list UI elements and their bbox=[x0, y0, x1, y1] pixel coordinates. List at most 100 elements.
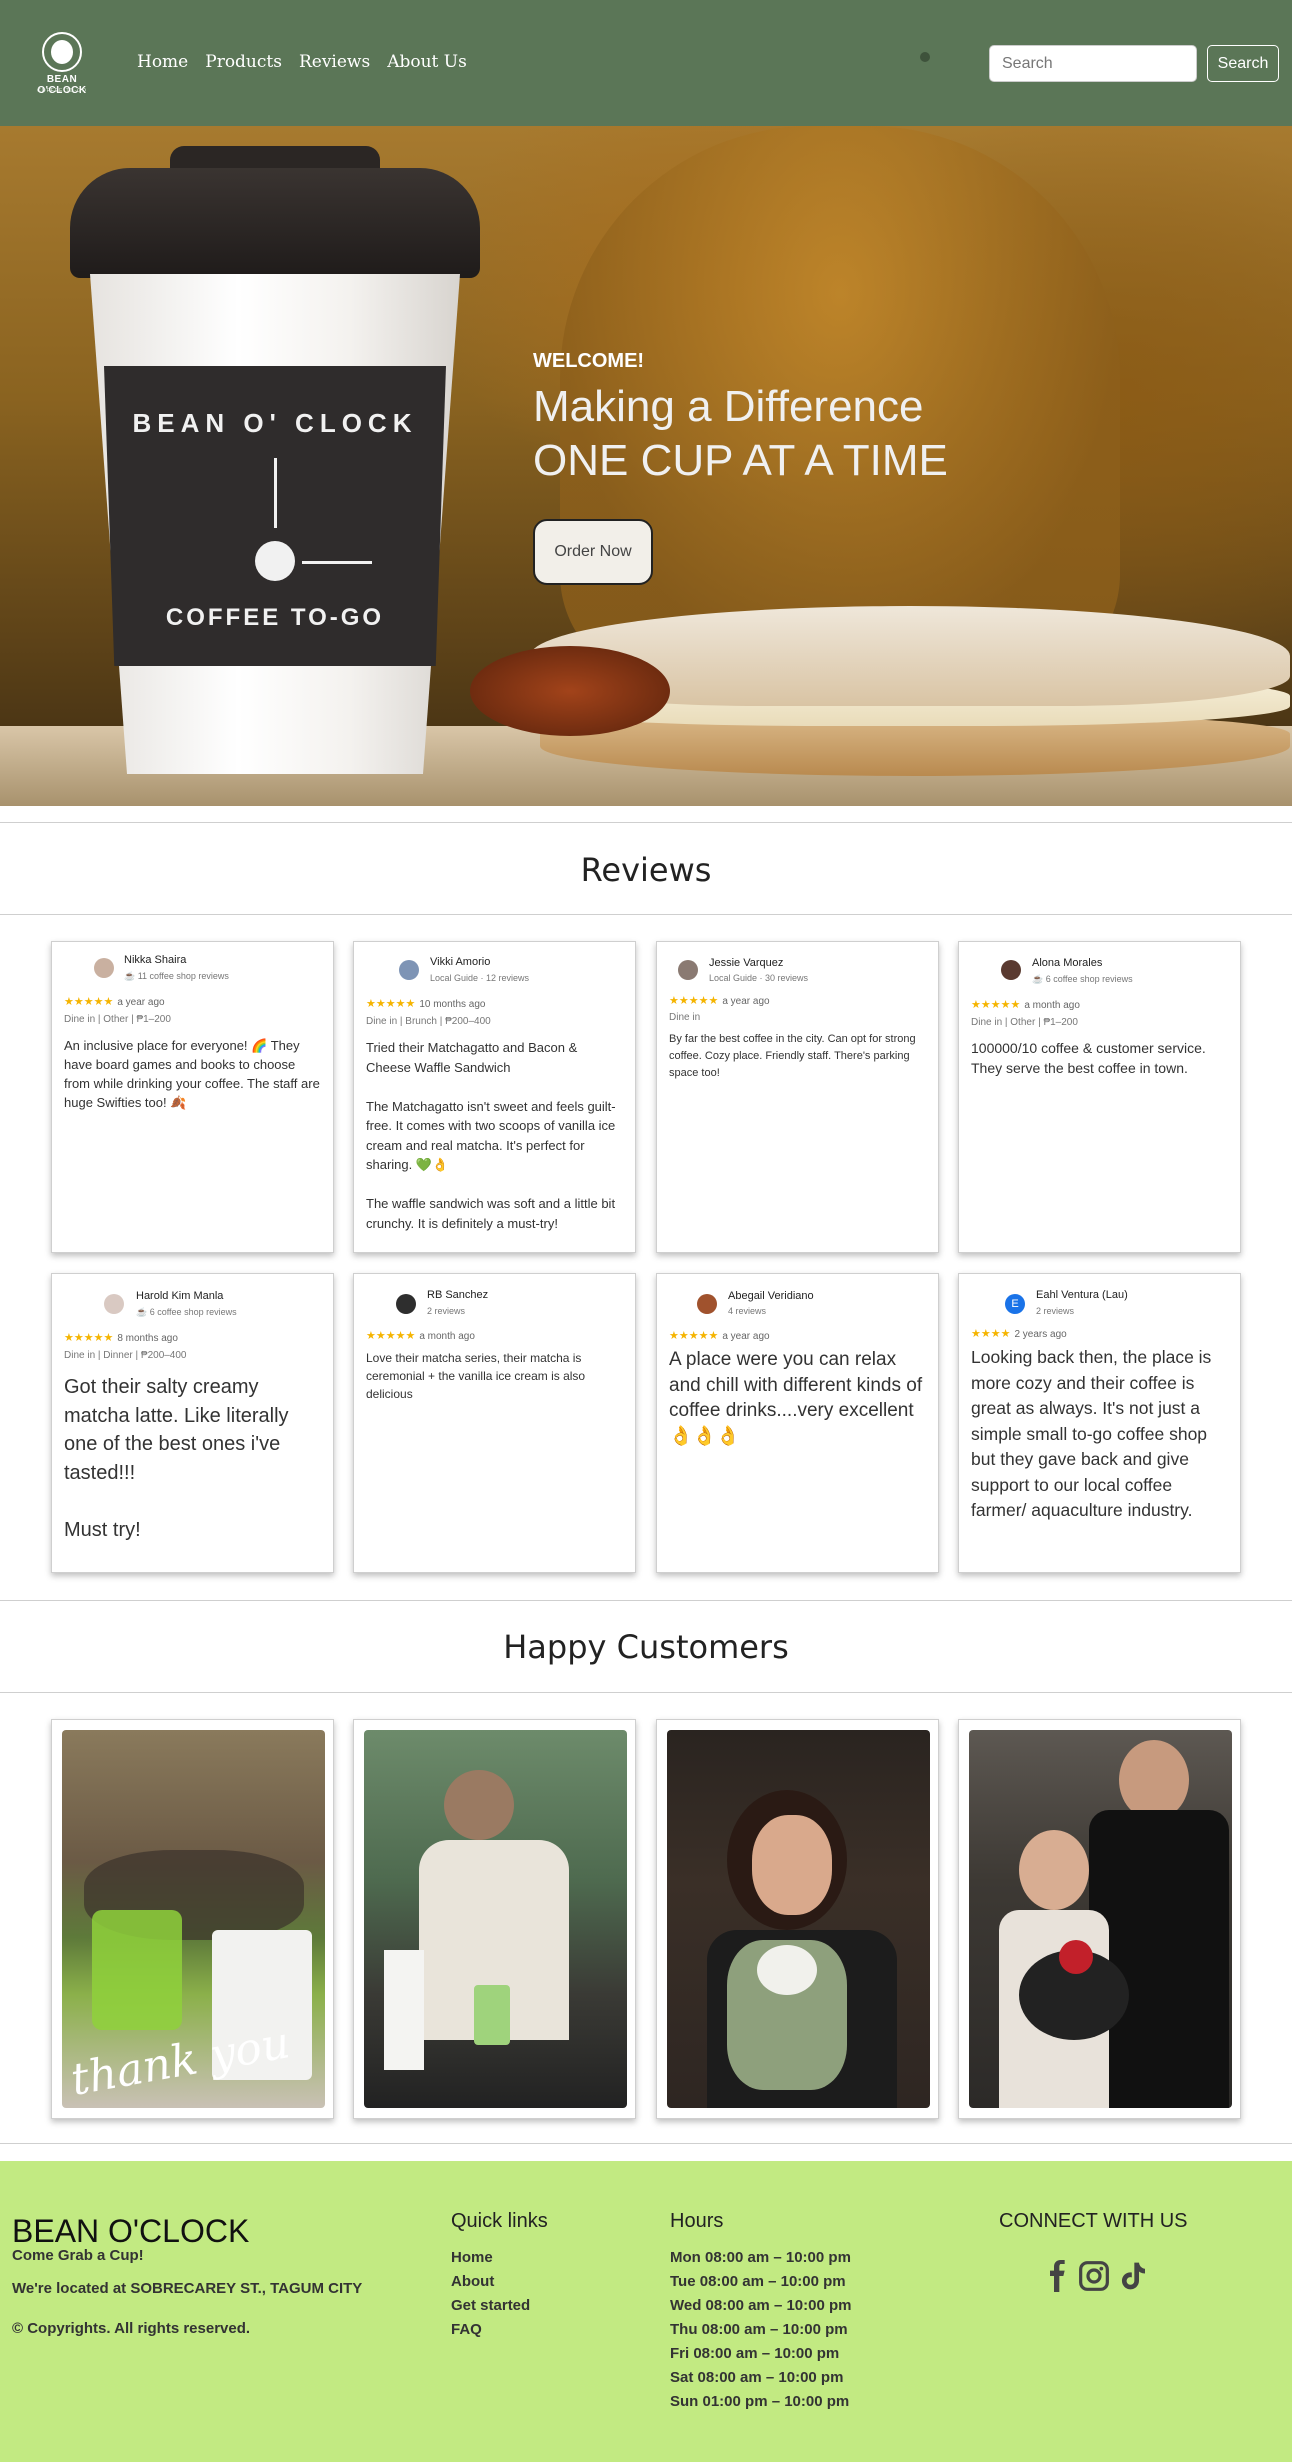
review-card: Alona Morales ☕ 6 coffee shop reviews ★★… bbox=[958, 941, 1241, 1253]
divider bbox=[0, 1692, 1292, 1693]
customer-photo bbox=[969, 1730, 1232, 2108]
search-button[interactable]: Search bbox=[1207, 45, 1279, 82]
divider bbox=[0, 2143, 1292, 2144]
hero-banner: BEAN O' CLOCK COFFEE TO-GO WELCOME! Maki… bbox=[0, 126, 1292, 806]
nav-link-products[interactable]: Products bbox=[205, 52, 282, 72]
avatar bbox=[94, 958, 114, 978]
waffle-sandwich-image bbox=[470, 606, 1290, 776]
footer-link-get-started[interactable]: Get started bbox=[451, 2297, 530, 2314]
divider bbox=[0, 1600, 1292, 1601]
logo-tagline: COFFEE TO-GO bbox=[37, 88, 87, 94]
hours-row: Sat 08:00 am – 10:00 pm bbox=[670, 2369, 844, 2386]
reviews-title: Reviews bbox=[580, 851, 712, 889]
review-tags: Dine in | Brunch | ₱200–400 bbox=[366, 1016, 491, 1027]
review-text: 100000/10 coffee & customer service. The… bbox=[971, 1040, 1206, 1076]
avatar bbox=[697, 1294, 717, 1314]
review-card: Vikki Amorio Local Guide · 12 reviews ★★… bbox=[353, 941, 636, 1253]
hero-title-line2: ONE CUP AT A TIME bbox=[533, 436, 948, 485]
review-card: E Eahl Ventura (Lau) 2 reviews ★★★★ 2 yea… bbox=[958, 1273, 1241, 1573]
reviewer-name: Eahl Ventura (Lau) bbox=[1036, 1289, 1128, 1301]
customer-photo-card bbox=[958, 1719, 1241, 2119]
reviewer-meta: ☕ 6 coffee shop reviews bbox=[1032, 974, 1133, 984]
hours-row: Tue 08:00 am – 10:00 pm bbox=[670, 2273, 846, 2290]
reviewer-name: Alona Morales bbox=[1032, 957, 1103, 969]
reviewer-meta: Local Guide · 30 reviews bbox=[709, 973, 809, 983]
reviewer-meta: Local Guide · 12 reviews bbox=[430, 973, 530, 983]
nav-dot-icon bbox=[920, 52, 930, 62]
footer-link-faq[interactable]: FAQ bbox=[451, 2321, 482, 2338]
star-rating: ★★★★ 2 years ago bbox=[971, 1328, 1067, 1340]
review-tags: Dine in bbox=[669, 1012, 701, 1023]
facebook-icon[interactable] bbox=[1042, 2260, 1074, 2292]
reviewer-name: Abegail Veridiano bbox=[728, 1290, 814, 1302]
reviewer-meta: 2 reviews bbox=[1036, 1306, 1075, 1316]
footer-link-about[interactable]: About bbox=[451, 2273, 494, 2290]
coffee-bean-icon bbox=[255, 541, 295, 581]
star-rating: ★★★★★ a year ago bbox=[669, 1330, 770, 1342]
review-card: RB Sanchez 2 reviews ★★★★★ a month ago Lo… bbox=[353, 1273, 636, 1573]
reviewer-meta: ☕ 11 coffee shop reviews bbox=[124, 971, 229, 981]
tiktok-icon[interactable] bbox=[1117, 2260, 1149, 2292]
customer-photo-card bbox=[656, 1719, 939, 2119]
hero-title-line1: Making a Difference bbox=[533, 382, 924, 431]
review-text: Love their matcha series, their matcha i… bbox=[366, 1351, 586, 1401]
divider bbox=[0, 822, 1292, 823]
footer-link-home[interactable]: Home bbox=[451, 2249, 493, 2266]
footer-location: We're located at SOBRECAREY ST., TAGUM C… bbox=[12, 2280, 363, 2297]
customer-photo: thank you bbox=[62, 1730, 325, 2108]
avatar bbox=[678, 960, 698, 980]
review-card: Harold Kim Manla ☕ 6 coffee shop reviews… bbox=[51, 1273, 334, 1573]
star-rating: ★★★★★ a year ago bbox=[669, 995, 770, 1007]
quick-links-title: Quick links bbox=[451, 2210, 548, 2232]
reviewer-name: Harold Kim Manla bbox=[136, 1290, 224, 1302]
reviewer-name: Jessie Varquez bbox=[709, 957, 784, 969]
review-text: Looking back then, the place is more coz… bbox=[971, 1347, 1212, 1520]
reviewer-meta: ☕ 6 coffee shop reviews bbox=[136, 1307, 237, 1317]
hours-row: Mon 08:00 am – 10:00 pm bbox=[670, 2249, 851, 2266]
cup-lid bbox=[70, 168, 480, 278]
connect-title: CONNECT WITH US bbox=[999, 2210, 1188, 2232]
star-rating: ★★★★★ a year ago bbox=[64, 996, 165, 1008]
review-tags: Dine in | Other | ₱1–200 bbox=[971, 1017, 1078, 1028]
footer-tagline: Come Grab a Cup! bbox=[12, 2247, 144, 2264]
reviewer-meta: 4 reviews bbox=[728, 1306, 767, 1316]
hours-title: Hours bbox=[670, 2210, 724, 2232]
avatar bbox=[396, 1294, 416, 1314]
footer: BEAN O'CLOCK Come Grab a Cup! We're loca… bbox=[0, 2161, 1292, 2462]
customer-photo-card: thank you bbox=[51, 1719, 334, 2119]
reviewer-name: Vikki Amorio bbox=[430, 956, 491, 968]
brand-logo[interactable]: BEAN O'CLOCK COFFEE TO-GO bbox=[22, 26, 102, 100]
star-rating: ★★★★★ a month ago bbox=[366, 1330, 475, 1342]
footer-brand: BEAN O'CLOCK bbox=[12, 2213, 250, 2249]
clock-hand-icon bbox=[302, 561, 372, 564]
hours-row: Wed 08:00 am – 10:00 pm bbox=[670, 2297, 852, 2314]
instagram-icon[interactable] bbox=[1078, 2260, 1110, 2292]
happy-customers-title: Happy Customers bbox=[503, 1628, 789, 1666]
nav-link-reviews[interactable]: Reviews bbox=[299, 52, 370, 72]
customer-photo bbox=[364, 1730, 627, 2108]
review-tags: Dine in | Other | ₱1–200 bbox=[64, 1014, 171, 1025]
reviewer-name: Nikka Shaira bbox=[124, 954, 187, 966]
nav-link-about-us[interactable]: About Us bbox=[387, 52, 467, 72]
top-navbar: BEAN O'CLOCK COFFEE TO-GO Home Products … bbox=[0, 0, 1292, 126]
reviewer-meta: 2 reviews bbox=[427, 1306, 466, 1316]
review-card: Abegail Veridiano 4 reviews ★★★★★ a year … bbox=[656, 1273, 939, 1573]
customer-photo-card bbox=[353, 1719, 636, 2119]
avatar bbox=[1001, 960, 1021, 980]
nav-link-home[interactable]: Home bbox=[137, 52, 188, 72]
star-rating: ★★★★★ 10 months ago bbox=[366, 998, 486, 1010]
review-text: By far the best coffee in the city. Can … bbox=[669, 1033, 916, 1079]
reviewer-name: RB Sanchez bbox=[427, 1289, 489, 1301]
hours-row: Fri 08:00 am – 10:00 pm bbox=[670, 2345, 840, 2362]
star-rating: ★★★★★ a month ago bbox=[971, 999, 1080, 1011]
avatar: E bbox=[1005, 1294, 1025, 1314]
review-tags: Dine in | Dinner | ₱200–400 bbox=[64, 1350, 187, 1361]
hero-welcome: WELCOME! bbox=[533, 350, 645, 372]
review-text: An inclusive place for everyone! 🌈 They … bbox=[64, 1038, 320, 1110]
cup-tagline-text: COFFEE TO-GO bbox=[165, 604, 385, 631]
search-input[interactable] bbox=[989, 45, 1197, 82]
star-rating: ★★★★★ 8 months ago bbox=[64, 1332, 178, 1344]
customer-photo bbox=[667, 1730, 930, 2108]
order-now-button[interactable]: Order Now bbox=[533, 519, 653, 585]
clock-hand-icon bbox=[274, 458, 277, 528]
